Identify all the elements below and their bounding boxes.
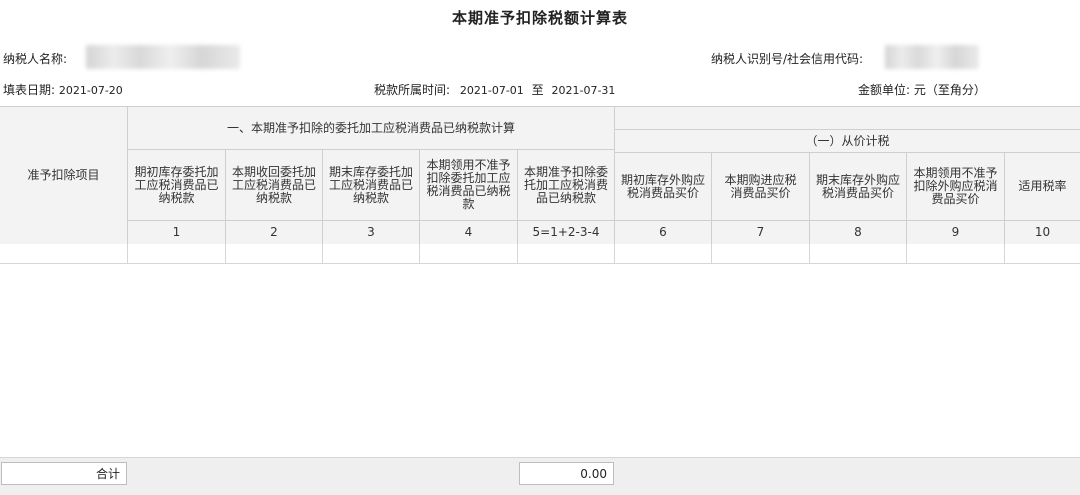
col-header-5: 本期准予扣除委托加工应税消费品已纳税款 [524,164,609,205]
table-footer: 合计 0.00 [0,457,1080,495]
total-value: 0.00 [519,462,614,485]
col-header-7: 本期购进应税消费品买价 [724,172,797,200]
col-num-4: 4 [464,225,473,239]
table-header: 准予扣除项目 一、本期准予扣除的委托加工应税消费品已纳税款计算 （一）从价计税 … [0,106,1080,245]
tax-period: 税款所属时间: 2021-07-01 至 2021-07-31 [374,81,615,98]
col-header-1: 期初库存委托加工应税消费品已纳税款 [134,164,219,205]
taxpayer-id-redacted [885,45,979,69]
col-num-2: 2 [270,225,278,239]
col-num-7: 7 [756,225,765,239]
period-end: 2021-07-31 [551,84,616,97]
table-row[interactable] [0,244,1080,264]
taxpayer-id-label: 纳税人识别号/社会信用代码: [711,52,864,66]
fill-date-label: 填表日期: [3,83,56,97]
col-num-1: 1 [172,225,181,239]
col-num-6: 6 [659,225,667,239]
tax-period-label: 税款所属时间: [374,83,451,97]
col-header-9: 本期领用不准予扣除外购应税消费品买价 [913,166,998,206]
period-separator: 至 [531,83,544,97]
col-header-2: 本期收回委托加工应税消费品已纳税款 [232,164,317,205]
group-header-commissioned-processing: 一、本期准予扣除的委托加工应税消费品已纳税款计算 [226,120,515,135]
amount-unit-label: 金额单位: [858,83,911,97]
col-num-5: 5=1+2-3-4 [532,225,600,239]
taxpayer-name-label: 纳税人名称: [3,52,68,66]
col-header-8: 期末库存外购应税消费品买价 [816,172,901,200]
amount-unit: 金额单位: 元（至角分） [858,81,986,98]
col-num-3: 3 [367,225,375,239]
amount-unit-value: 元（至角分） [913,83,986,97]
fill-date-value: 2021-07-20 [58,84,123,97]
period-start: 2021-07-01 [459,84,524,97]
fill-date: 填表日期: 2021-07-20 [3,81,123,98]
row-header-deduction-item: 准予扣除项目 [27,168,100,182]
col-header-10: 适用税率 [1018,179,1067,193]
col-num-9: 9 [951,225,960,239]
page-title: 本期准予扣除税额计算表 [451,9,628,27]
total-label: 合计 [1,462,127,485]
col-header-3: 期末库存委托加工应税消费品已纳税款 [329,164,414,205]
col-header-4: 本期领用不准予扣除委托加工应税消费品已纳税款 [426,158,511,211]
col-num-10: 10 [1034,225,1051,239]
col-header-6: 期初库存外购应税消费品买价 [621,172,706,200]
taxpayer-name-redacted [86,45,240,69]
col-num-8: 8 [854,225,862,239]
group-header-ad-valorem: （一）从价计税 [805,133,890,148]
